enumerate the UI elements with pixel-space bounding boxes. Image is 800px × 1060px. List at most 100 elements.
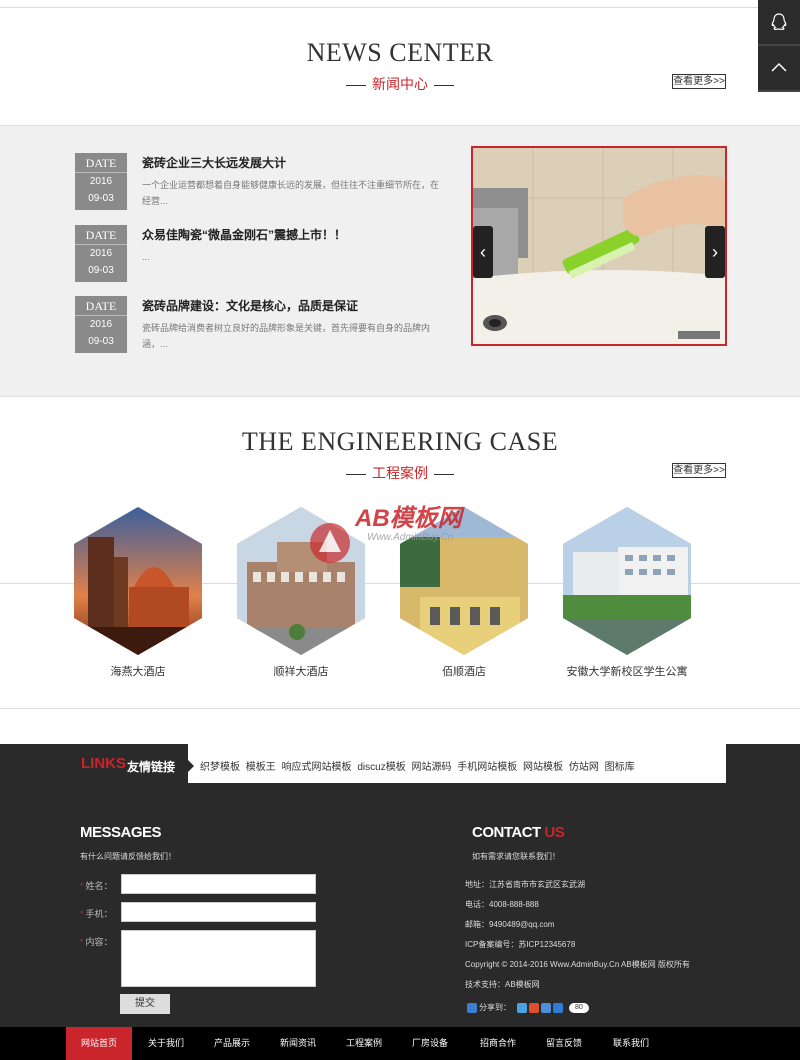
- contact-title-accent: US: [544, 824, 565, 841]
- news-more-button[interactable]: 查看更多>>: [672, 74, 726, 89]
- tencent-weibo-share-icon[interactable]: [541, 1002, 551, 1013]
- links-head-en: LINKS: [81, 755, 126, 772]
- required-star: *: [80, 937, 84, 947]
- news-title[interactable]: 瓷砖品牌建设：文化是核心，品质是保证: [142, 297, 358, 314]
- phone-label-row: * 手机：: [80, 907, 113, 920]
- links-head: LINKS 友情链接: [75, 744, 194, 783]
- phone-input[interactable]: [121, 902, 316, 922]
- content-label: 内容：: [85, 937, 113, 947]
- case-image[interactable]: [237, 507, 365, 655]
- required-star: *: [80, 909, 84, 919]
- date-year: 2016: [89, 248, 113, 259]
- contact-address: 地址：江苏省南市市玄武区玄武湖: [465, 880, 585, 889]
- news-title[interactable]: 瓷砖企业三大长远发展大计: [142, 154, 286, 171]
- friend-link[interactable]: discuz模板: [357, 762, 405, 773]
- links-head-arrow: [188, 760, 194, 772]
- section-divider: [0, 708, 800, 709]
- nav-item-news[interactable]: 新闻资讯: [265, 1027, 331, 1060]
- subtitle-dash-left: [346, 473, 366, 475]
- name-label: 姓名：: [85, 881, 113, 891]
- share-bar: 分享到： 80: [467, 1002, 589, 1013]
- case-label[interactable]: 顺祥大酒店: [236, 663, 366, 679]
- news-item[interactable]: DATE 2016 09-03 众易佳陶瓷“微晶金刚石”震撼上市！！ ...: [75, 225, 445, 285]
- subtitle-dash-right: [434, 84, 454, 86]
- contact-title-main: CONTACT: [472, 824, 541, 841]
- required-star: *: [80, 881, 84, 891]
- date-year: 2016: [89, 176, 113, 187]
- news-image-slider[interactable]: ‹ ›: [471, 146, 727, 346]
- contact-copyright: Copyright © 2014-2016 Www.AdminBuy.Cn AB…: [465, 960, 690, 969]
- nav-item-home[interactable]: 网站首页: [66, 1027, 132, 1060]
- news-title[interactable]: 众易佳陶瓷“微晶金刚石”震撼上市！！: [142, 226, 346, 243]
- news-desc: 一个企业运营都想着自身能够健康长远的发展，但往往不注重细节所在，在经营...: [142, 180, 440, 206]
- friend-link[interactable]: 织梦模板: [200, 762, 240, 773]
- name-label-row: * 姓名：: [80, 879, 113, 892]
- content-label-row: * 内容：: [80, 935, 113, 948]
- submit-button[interactable]: 提交: [120, 994, 170, 1014]
- share-count: 80: [569, 1002, 589, 1013]
- slider-prev-button[interactable]: ‹: [473, 226, 493, 278]
- contact-title: CONTACT US: [472, 824, 565, 841]
- arrow-up-icon: [771, 62, 787, 72]
- nav-item-cooperation[interactable]: 招商合作: [465, 1027, 531, 1060]
- case-item[interactable]: 佰顺酒店: [399, 507, 529, 679]
- messages-title: MESSAGES: [80, 824, 162, 841]
- name-input[interactable]: [121, 874, 316, 894]
- nav-item-about[interactable]: 关于我们: [133, 1027, 199, 1060]
- slider-next-button[interactable]: ›: [705, 226, 725, 278]
- case-section-title: THE ENGINEERING CASE: [241, 427, 559, 456]
- nav-item-products[interactable]: 产品展示: [199, 1027, 265, 1060]
- case-image[interactable]: [74, 507, 202, 655]
- top-divider: [0, 7, 758, 8]
- friend-link[interactable]: 网站源码: [411, 762, 451, 773]
- subtitle-dash-left: [346, 84, 366, 86]
- date-box: DATE 2016 09-03: [75, 153, 127, 210]
- share-plus-icon[interactable]: [467, 1002, 477, 1013]
- contact-email: 邮箱：9490489@qq.com: [465, 920, 555, 929]
- links-head-cn: 友情链接: [127, 760, 176, 774]
- qzone-share-icon[interactable]: [517, 1002, 527, 1013]
- news-item[interactable]: DATE 2016 09-03 瓷砖品牌建设：文化是核心，品质是保证 瓷砖品牌给…: [75, 296, 445, 356]
- case-image[interactable]: [563, 507, 691, 655]
- case-more-button[interactable]: 查看更多>>: [672, 463, 726, 478]
- case-item[interactable]: 海燕大酒店: [73, 507, 203, 679]
- links-bar: LINKS 友情链接 织梦模板 模板王 响应式网站模板 discuz模板 网站源…: [75, 744, 726, 783]
- friend-link[interactable]: 图标库: [605, 762, 635, 773]
- contact-icp: ICP备案编号：苏ICP12345678: [465, 940, 576, 949]
- friend-link[interactable]: 响应式网站模板: [282, 762, 352, 773]
- news-item[interactable]: DATE 2016 09-03 瓷砖企业三大长远发展大计 一个企业运营都想着自身…: [75, 153, 445, 213]
- friend-link[interactable]: 仿站网: [569, 762, 599, 773]
- date-label: DATE: [75, 296, 127, 316]
- back-to-top-button[interactable]: [758, 46, 800, 92]
- case-item[interactable]: 安徽大学新校区学生公寓: [562, 507, 692, 679]
- content-textarea[interactable]: [121, 930, 316, 987]
- friend-link[interactable]: 网站模板: [523, 762, 563, 773]
- friend-link[interactable]: 手机网站模板: [457, 762, 517, 773]
- date-month-day: 09-03: [88, 193, 114, 204]
- news-desc: 瓷砖品牌给消费者树立良好的品牌形象是关键，首先得要有自身的品牌内涵，...: [142, 323, 431, 349]
- nav-item-feedback[interactable]: 留言反馈: [531, 1027, 597, 1060]
- nav-item-equipment[interactable]: 厂房设备: [397, 1027, 463, 1060]
- friend-link[interactable]: 模板王: [246, 762, 276, 773]
- nav-item-contact[interactable]: 联系我们: [598, 1027, 664, 1060]
- date-label: DATE: [75, 225, 127, 245]
- date-year: 2016: [89, 319, 113, 330]
- date-box: DATE 2016 09-03: [75, 296, 127, 353]
- share-label: 分享到：: [479, 1003, 511, 1012]
- qq-button[interactable]: [758, 0, 800, 46]
- case-label[interactable]: 海燕大酒店: [73, 663, 203, 679]
- subtitle-dash-right: [434, 473, 454, 475]
- case-label[interactable]: 佰顺酒店: [399, 663, 529, 679]
- date-month-day: 09-03: [88, 265, 114, 276]
- case-item[interactable]: 顺祥大酒店: [236, 507, 366, 679]
- renren-share-icon[interactable]: [553, 1002, 563, 1013]
- date-label: DATE: [75, 153, 127, 173]
- weibo-share-icon[interactable]: [529, 1002, 539, 1013]
- case-subtitle-text: 工程案例: [372, 465, 428, 481]
- slider-image: [473, 148, 725, 344]
- nav-item-cases[interactable]: 工程案例: [331, 1027, 397, 1060]
- case-label[interactable]: 安徽大学新校区学生公寓: [562, 663, 692, 679]
- phone-label: 手机：: [85, 909, 113, 919]
- contact-support: 技术支持：AB模板网: [465, 980, 540, 989]
- case-image[interactable]: [400, 507, 528, 655]
